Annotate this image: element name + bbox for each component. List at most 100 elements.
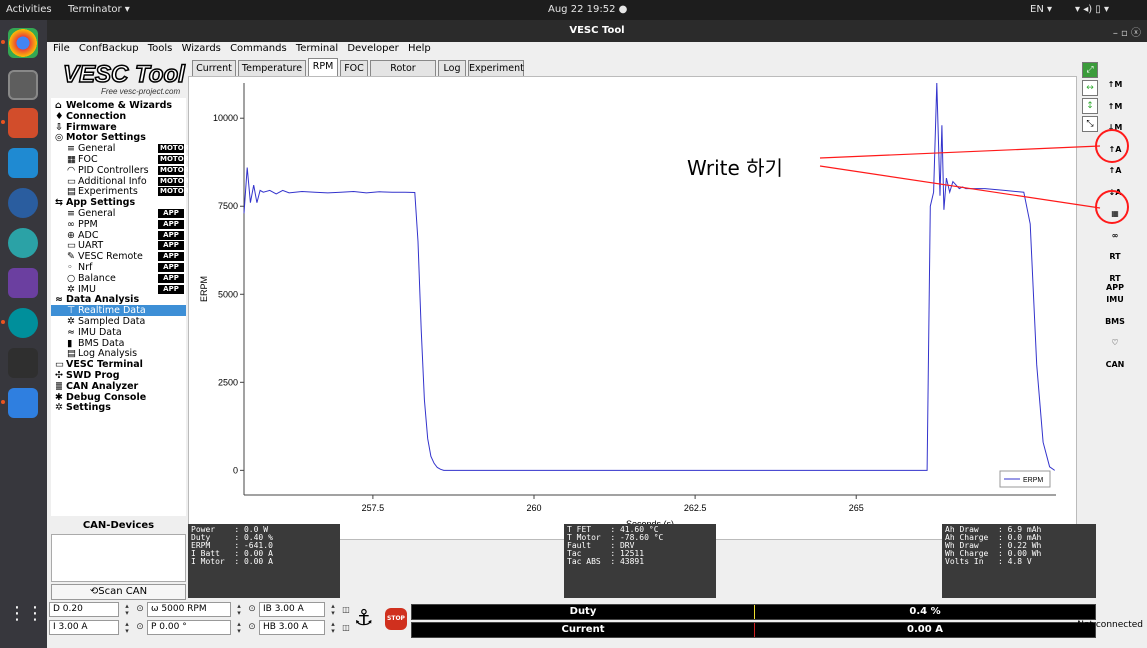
app-menu[interactable]: Terminator ▾ [68, 4, 130, 15]
position-stepper-icon[interactable]: ▴ ▾ [233, 621, 245, 636]
rescale-icon[interactable]: ⤡ [1082, 116, 1098, 132]
hb-apply-icon[interactable]: ◫ [340, 621, 352, 636]
side-action-icon[interactable]: ♡ [1102, 338, 1128, 347]
vesc-icon[interactable] [8, 348, 38, 378]
tree-item[interactable]: ≡ General MOTOR [51, 143, 189, 154]
tree-item[interactable]: ▦ FOC MOTOR [51, 154, 189, 165]
hb-stepper-icon[interactable]: ▴ ▾ [327, 621, 339, 636]
tab-rotor-position[interactable]: Rotor Position [370, 60, 436, 90]
tree-item[interactable]: ○ Balance APP [51, 273, 186, 284]
tab-rpm[interactable]: RPM [308, 58, 338, 76]
tree-item[interactable]: ▤ Log Analysis [51, 348, 186, 359]
speed-apply-icon[interactable]: ⊙ [246, 603, 258, 618]
tree-item[interactable]: ▭ UART APP [51, 240, 186, 251]
side-action-icon[interactable]: CAN [1102, 360, 1128, 369]
rpm-plot[interactable]: 025005000750010000257.5260262.5265Second… [188, 76, 1077, 540]
side-action-icon[interactable]: ∞ [1102, 231, 1128, 240]
tab-log[interactable]: Log [438, 60, 466, 76]
tree-item[interactable]: ✱ Debug Console [51, 392, 186, 403]
vscode-icon[interactable] [8, 148, 38, 178]
tree-item[interactable]: ≈ IMU Data [51, 327, 186, 338]
stop-button[interactable]: STOP [385, 608, 407, 630]
system-tray[interactable]: ▾ ◂) ▯ ▾ [1075, 4, 1109, 15]
tab-foc[interactable]: FOC [340, 60, 368, 76]
tree-item[interactable]: ≈ Data Analysis [51, 294, 186, 305]
chrome-icon[interactable] [1, 28, 38, 58]
ib-stepper-icon[interactable]: ▴ ▾ [327, 603, 339, 618]
fit-icon[interactable]: ⤢ [1082, 62, 1098, 78]
current-apply-icon[interactable]: ⊙ [134, 621, 146, 636]
side-action-icon[interactable]: ↓M [1102, 123, 1128, 132]
tree-item[interactable]: ◠ PID Controllers MOTOR [51, 165, 189, 176]
terminator-icon[interactable] [1, 108, 38, 138]
arduino-icon[interactable] [1, 308, 38, 338]
tree-item[interactable]: ▭ VESC Terminal [51, 359, 186, 370]
eclipse-icon[interactable] [8, 188, 38, 218]
hb-field[interactable]: HB 3.00 A [259, 620, 325, 635]
duty-stepper-icon[interactable]: ▴ ▾ [121, 603, 133, 618]
side-action-icon[interactable]: IMU [1102, 295, 1128, 304]
menu-terminal[interactable]: Terminal [296, 42, 338, 56]
files-icon[interactable] [8, 70, 38, 100]
tree-item[interactable]: ⇆ App Settings [51, 197, 186, 208]
menu-help[interactable]: Help [408, 42, 431, 56]
position-apply-icon[interactable]: ⊙ [246, 621, 258, 636]
side-action-icon[interactable]: ↑A [1102, 166, 1128, 175]
window-controls[interactable]: – ▫ ⓧ [1113, 24, 1141, 39]
menu-confbackup[interactable]: ConfBackup [79, 42, 139, 56]
tree-item[interactable]: ✎ VESC Remote APP [51, 251, 186, 262]
tree-item[interactable]: ✣ SWD Prog [51, 370, 186, 381]
tree-item[interactable]: ≣ CAN Analyzer [51, 381, 186, 392]
app-grid-icon[interactable]: ⋮⋮ [8, 600, 44, 630]
current-stepper-icon[interactable]: ▴ ▾ [121, 621, 133, 636]
duty-field[interactable]: D 0.20 [49, 602, 119, 617]
anchor-icon[interactable]: ⚓ [354, 606, 374, 632]
menu-file[interactable]: File [53, 42, 70, 56]
side-action-icon[interactable]: ▦ [1102, 209, 1128, 218]
tree-item[interactable]: ◎ Motor Settings [51, 132, 186, 143]
ib-field[interactable]: IB 3.00 A [259, 602, 325, 617]
activities-button[interactable]: Activities [6, 4, 52, 15]
vertical-zoom-icon[interactable]: ↕ [1082, 98, 1098, 114]
ib-apply-icon[interactable]: ◫ [340, 603, 352, 618]
duty-apply-icon[interactable]: ⊙ [134, 603, 146, 618]
tree-item[interactable]: ▮ BMS Data [51, 338, 186, 349]
side-action-icon[interactable]: ↓A [1102, 188, 1128, 197]
tree-item[interactable]: ⊤ Realtime Data [51, 305, 186, 317]
menu-wizards[interactable]: Wizards [182, 42, 221, 56]
menu-developer[interactable]: Developer [347, 42, 398, 56]
tree-item[interactable]: ⇩ Firmware [51, 122, 186, 133]
position-field[interactable]: P 0.00 ° [147, 620, 231, 635]
text-editor-icon[interactable] [1, 388, 38, 418]
side-action-icon[interactable]: ↑A [1102, 145, 1128, 154]
tree-item[interactable]: ✲ Sampled Data [51, 316, 186, 327]
horizontal-zoom-icon[interactable]: ↔ [1082, 80, 1098, 96]
tab-temperature[interactable]: Temperature [238, 60, 306, 76]
tree-item[interactable]: ⌂ Welcome & Wizards [51, 100, 186, 111]
tree-item[interactable]: ≡ General APP [51, 208, 186, 219]
tree-item[interactable]: ∞ PPM APP [51, 219, 186, 230]
tree-item[interactable]: ⊕ ADC APP [51, 230, 186, 241]
speed-stepper-icon[interactable]: ▴ ▾ [233, 603, 245, 618]
tab-current[interactable]: Current [192, 60, 236, 76]
side-action-icon[interactable]: RT APP [1102, 274, 1128, 292]
app-icon[interactable] [8, 228, 38, 258]
tree-item[interactable]: ▤ Experiments MOTOR [51, 186, 189, 197]
media-icon[interactable] [8, 268, 38, 298]
tree-item[interactable]: ◦ Nrf APP [51, 262, 186, 273]
clock[interactable]: Aug 22 19:52 ● [548, 4, 627, 15]
current-field[interactable]: I 3.00 A [49, 620, 119, 635]
tree-item[interactable]: ♦ Connection [51, 111, 186, 122]
side-action-icon[interactable]: ↑M [1102, 102, 1128, 111]
speed-field[interactable]: ω 5000 RPM [147, 602, 231, 617]
tree-item[interactable]: ✲ IMU APP [51, 284, 186, 295]
side-action-icon[interactable]: RT [1102, 252, 1128, 261]
tree-item[interactable]: ✲ Settings [51, 402, 186, 413]
tree-item[interactable]: ▭ Additional Info MOTOR [51, 176, 189, 187]
can-devices-list[interactable] [51, 534, 186, 582]
language-indicator[interactable]: EN ▾ [1030, 4, 1052, 15]
side-action-icon[interactable]: ↑M [1102, 80, 1128, 89]
menu-tools[interactable]: Tools [148, 42, 173, 56]
side-action-icon[interactable]: BMS [1102, 317, 1128, 326]
menu-commands[interactable]: Commands [230, 42, 287, 56]
